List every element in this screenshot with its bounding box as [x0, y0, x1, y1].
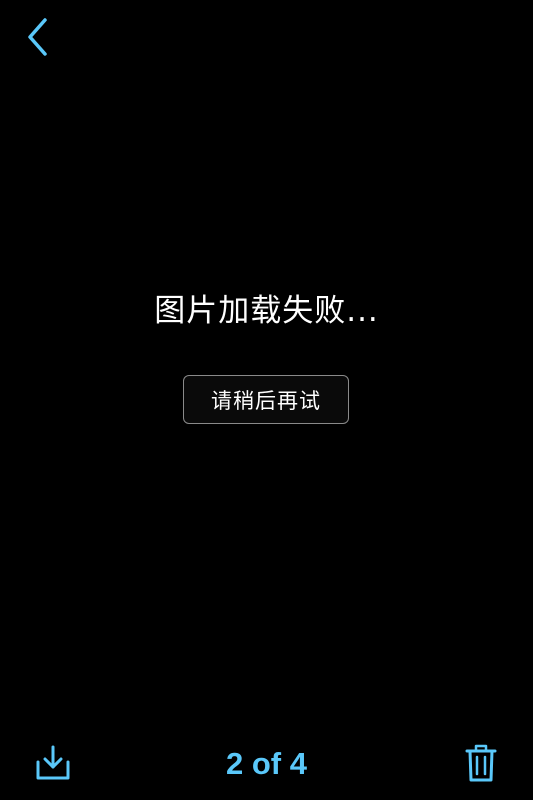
retry-button[interactable]: 请稍后再试	[183, 375, 349, 424]
trash-icon	[465, 744, 497, 782]
download-icon	[36, 745, 70, 780]
page-counter: 2 of 4	[226, 746, 307, 781]
chevron-left-icon	[28, 18, 47, 56]
delete-button[interactable]	[460, 742, 502, 784]
error-message: 图片加载失败...	[154, 293, 379, 329]
download-button[interactable]	[32, 742, 74, 784]
bottom-toolbar: 2 of 4	[0, 728, 533, 800]
back-button[interactable]	[18, 14, 58, 60]
